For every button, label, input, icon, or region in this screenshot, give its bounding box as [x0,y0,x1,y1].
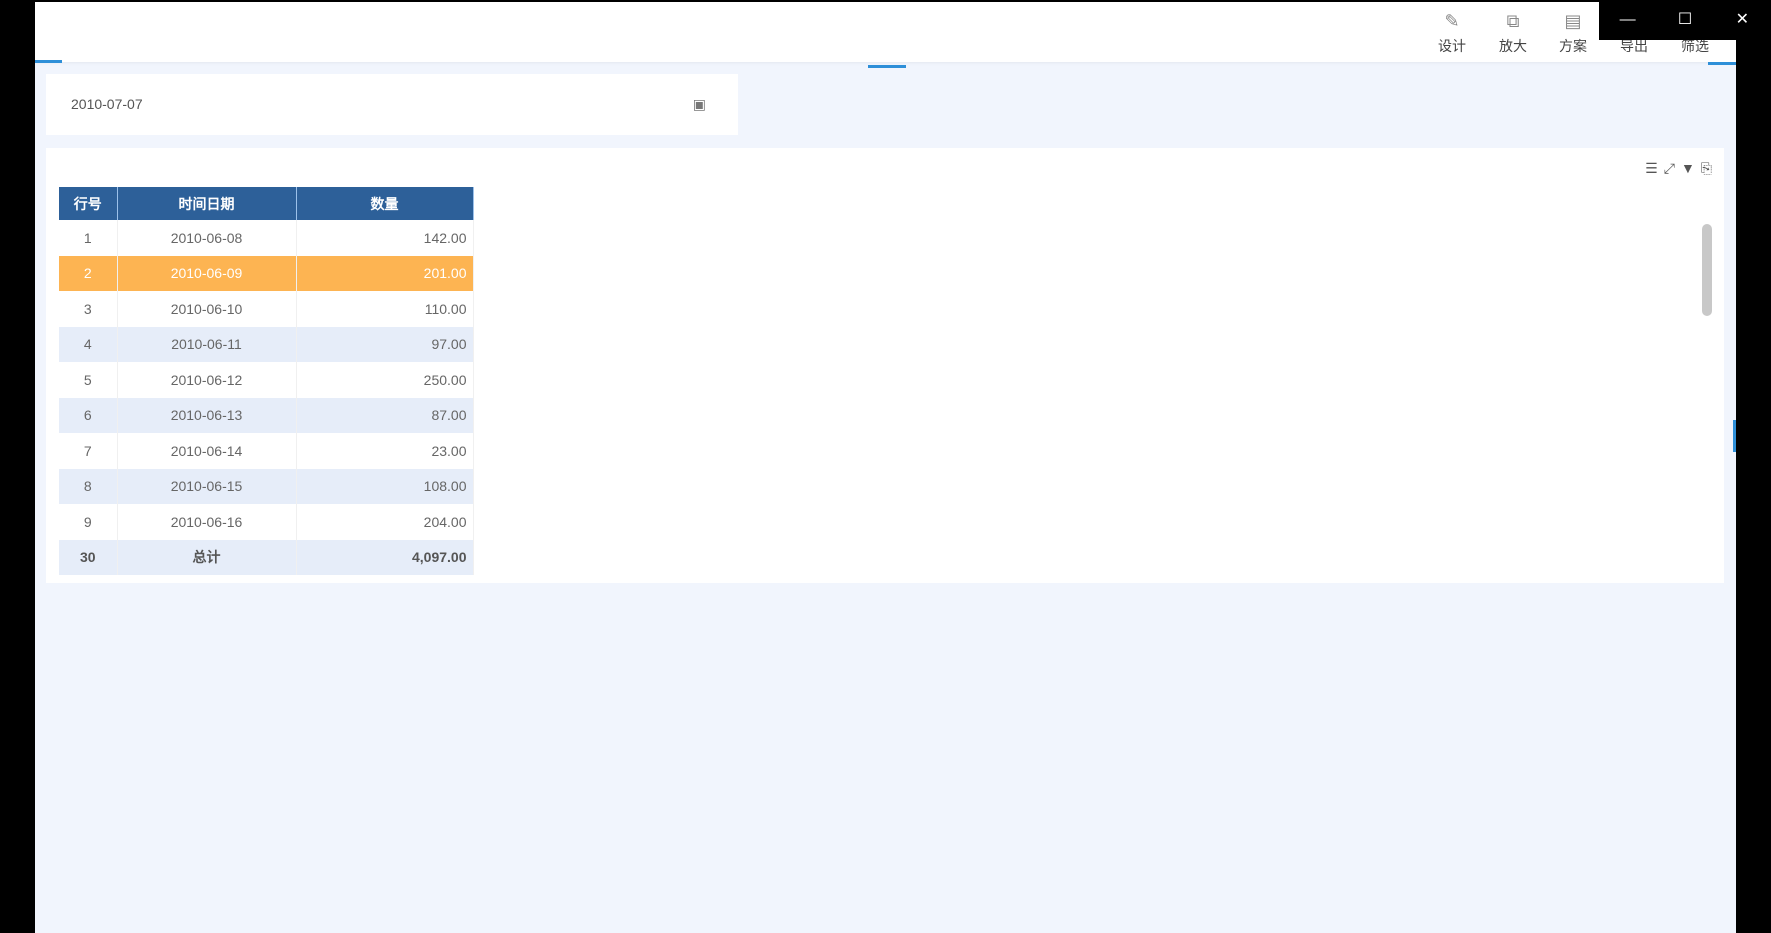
tab-indicator [35,60,62,63]
row-number-cell: 7 [59,433,118,469]
window-controls: — ☐ ✕ [1599,0,1771,40]
close-button[interactable]: ✕ [1714,0,1771,40]
table-row[interactable]: 3 2010-06-10 110.00 [59,291,474,327]
report-panel: ☰ ⤢ ▼ ⎘ 行号 时间日期 数量 1 2010-06-08 142.00 2 201… [46,148,1724,583]
side-indicator [1733,420,1736,452]
table-row[interactable]: 8 2010-06-15 108.00 [59,468,474,504]
export-label: 导出 [1620,38,1648,54]
quantity-cell: 23.00 [296,433,474,469]
table-row[interactable]: 9 2010-06-16 204.00 [59,504,474,540]
design-label: 设计 [1438,38,1466,54]
date-cell: 2010-06-09 [117,255,297,291]
filter-icon[interactable]: ▼ [1681,160,1695,177]
header-date[interactable]: 时间日期 [117,187,297,220]
table-row[interactable]: 2 2010-06-09 201.00 [59,255,474,291]
quantity-cell: 201.00 [296,255,474,291]
expand-icon[interactable]: ⤢ [1664,160,1675,177]
table-row[interactable]: 6 2010-06-13 87.00 [59,397,474,433]
excel-export-icon[interactable]: ⎘ [1701,160,1712,177]
scheme-button[interactable]: ▤ 方案 [1548,10,1598,56]
table-row[interactable]: 7 2010-06-14 23.00 [59,433,474,469]
date-filter-card: 2010-07-07 ▣ [46,74,738,135]
row-number-cell: 6 [59,397,118,433]
date-cell: 2010-06-16 [117,504,297,540]
vertical-scrollbar[interactable] [1702,224,1712,316]
quantity-cell: 108.00 [296,468,474,504]
date-cell: 2010-06-12 [117,362,297,398]
date-cell: 2010-06-10 [117,291,297,327]
table-row[interactable]: 5 2010-06-12 250.00 [59,362,474,398]
table-row[interactable]: 4 2010-06-11 97.00 [59,326,474,362]
tab-indicator [868,65,906,68]
row-number-cell: 1 [59,220,118,256]
scheme-label: 方案 [1559,38,1587,54]
filter-label: 筛选 [1681,38,1709,54]
data-table: 行号 时间日期 数量 1 2010-06-08 142.00 2 2010-06-09 2… [59,187,474,575]
row-number-cell: 5 [59,362,118,398]
tab-indicator [1708,62,1736,65]
quantity-cell: 87.00 [296,397,474,433]
design-button[interactable]: ✎ 设计 [1427,10,1477,56]
date-input[interactable]: 2010-07-07 [71,96,143,112]
total-row: 30 总计 4,097.00 [59,539,474,575]
quantity-cell: 110.00 [296,291,474,327]
date-cell: 2010-06-11 [117,326,297,362]
top-toolbar: ✎ 设计 ⧉ 放大 ▤ 方案 导出 筛选 [35,2,1736,68]
total-count: 30 [59,539,118,575]
date-cell: 2010-06-13 [117,397,297,433]
quantity-cell: 204.00 [296,504,474,540]
header-quantity[interactable]: 数量 [296,187,474,220]
row-number-cell: 4 [59,326,118,362]
table-row[interactable]: 1 2010-06-08 142.00 [59,220,474,256]
quantity-cell: 142.00 [296,220,474,256]
pencil-ruler-icon: ✎ [1444,11,1460,31]
report-app: ✎ 设计 ⧉ 放大 ▤ 方案 导出 筛选 2010-07-07 ▣ ☰ ⤢ ▼ ⎘ 行… [35,2,1736,933]
table-view-icon[interactable]: ☰ [1645,160,1658,177]
row-number-cell: 9 [59,504,118,540]
document-icon: ▤ [1564,11,1582,31]
zoom-label: 放大 [1499,38,1527,54]
date-cell: 2010-06-15 [117,468,297,504]
header-row-number[interactable]: 行号 [59,187,118,220]
row-number-cell: 8 [59,468,118,504]
total-quantity: 4,097.00 [296,539,474,575]
zoom-button[interactable]: ⧉ 放大 [1488,10,1538,56]
total-label: 总计 [117,539,297,575]
quantity-cell: 97.00 [296,326,474,362]
maximize-button[interactable]: ☐ [1656,0,1713,40]
calendar-icon[interactable]: ▣ [693,96,706,113]
row-number-cell: 2 [59,255,118,291]
minimize-button[interactable]: — [1599,0,1656,40]
zoom-icon: ⧉ [1506,11,1520,31]
quantity-cell: 250.00 [296,362,474,398]
date-cell: 2010-06-14 [117,433,297,469]
row-number-cell: 3 [59,291,118,327]
date-cell: 2010-06-08 [117,220,297,256]
panel-tools: ☰ ⤢ ▼ ⎘ [1645,160,1712,177]
